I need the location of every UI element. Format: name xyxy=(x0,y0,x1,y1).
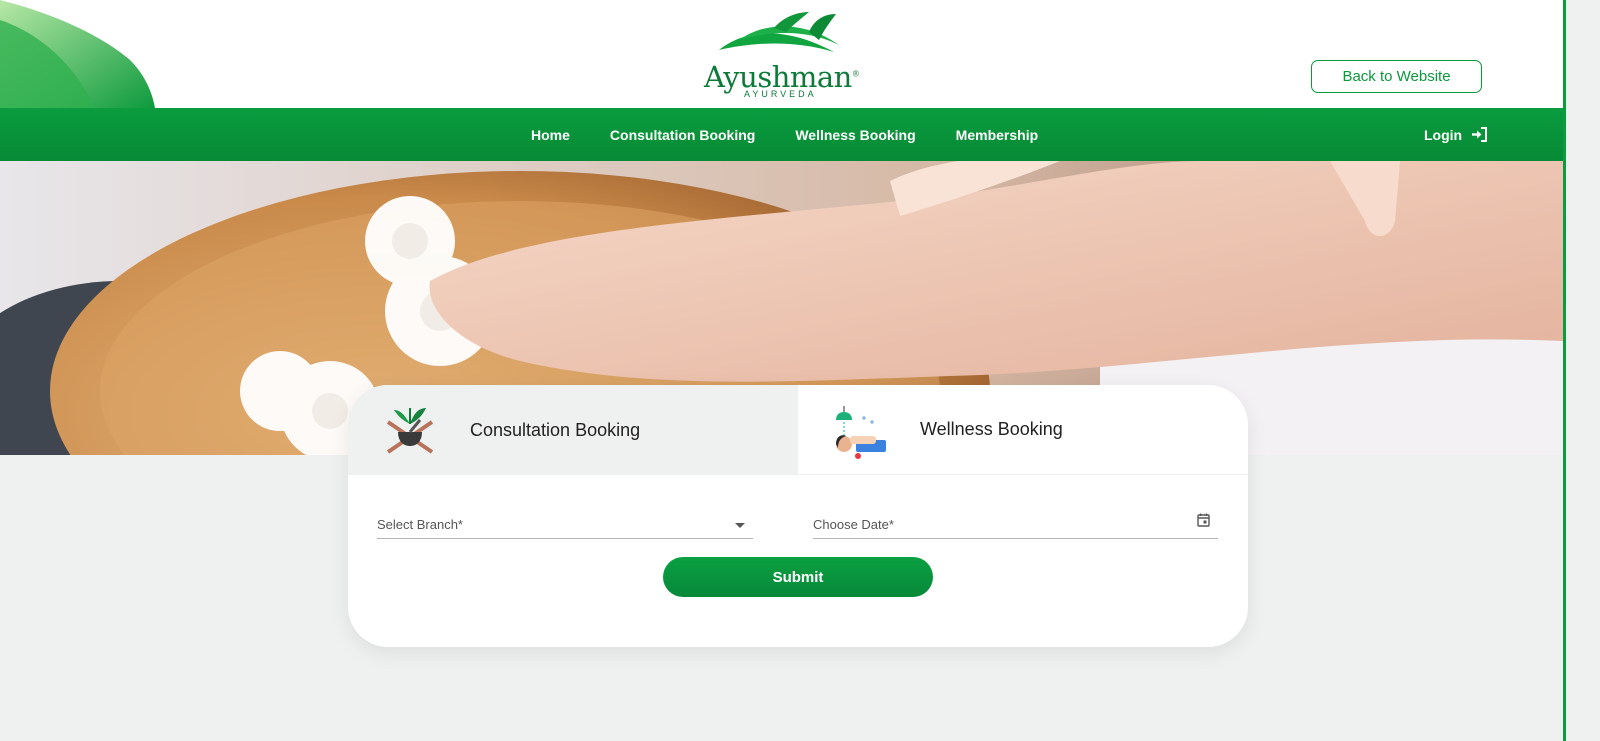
date-picker[interactable]: Choose Date* xyxy=(813,499,1218,539)
tab-consultation-label: Consultation Booking xyxy=(470,419,641,440)
tab-wellness-label: Wellness Booking xyxy=(920,419,1063,439)
tab-wellness-booking[interactable]: Wellness Booking xyxy=(798,385,1248,475)
site-header: Ayushman® AYURVEDA Back to Website xyxy=(0,0,1563,108)
nav-item-home[interactable]: Home xyxy=(531,127,570,143)
shirodhara-therapy-icon xyxy=(836,405,886,459)
brand-logo[interactable]: Ayushman® AYURVEDA xyxy=(700,8,865,102)
right-edge-strip xyxy=(1563,0,1600,741)
nav-item-wellness-booking[interactable]: Wellness Booking xyxy=(795,127,915,143)
branch-select-label: Select Branch* xyxy=(377,517,463,532)
chevron-down-icon xyxy=(735,523,745,528)
nav-links: Home Consultation Booking Wellness Booki… xyxy=(531,108,1038,161)
main-navbar: Home Consultation Booking Wellness Booki… xyxy=(0,108,1563,161)
nav-item-membership[interactable]: Membership xyxy=(956,127,1038,143)
login-link[interactable]: Login xyxy=(1424,108,1488,161)
booking-tabs: Consultation Booking Wellness Booking xyxy=(348,385,1248,475)
leaf-logo-icon xyxy=(719,12,839,52)
date-picker-label: Choose Date* xyxy=(813,517,894,532)
leaf-decoration-icon xyxy=(0,0,155,108)
sign-in-icon xyxy=(1472,127,1488,142)
calendar-icon[interactable] xyxy=(1197,513,1210,527)
nav-item-consultation-booking[interactable]: Consultation Booking xyxy=(610,127,755,143)
back-to-website-button[interactable]: Back to Website xyxy=(1311,60,1482,93)
brand-tagline: AYURVEDA xyxy=(744,89,817,99)
tab-consultation-booking[interactable]: Consultation Booking xyxy=(348,385,798,475)
login-label: Login xyxy=(1424,126,1463,143)
mortar-pestle-herb-icon xyxy=(386,408,434,454)
submit-button[interactable]: Submit xyxy=(663,557,933,597)
branch-select[interactable]: Select Branch* xyxy=(377,499,753,539)
booking-card: Consultation Booking Wellness Booking Se… xyxy=(348,385,1248,647)
